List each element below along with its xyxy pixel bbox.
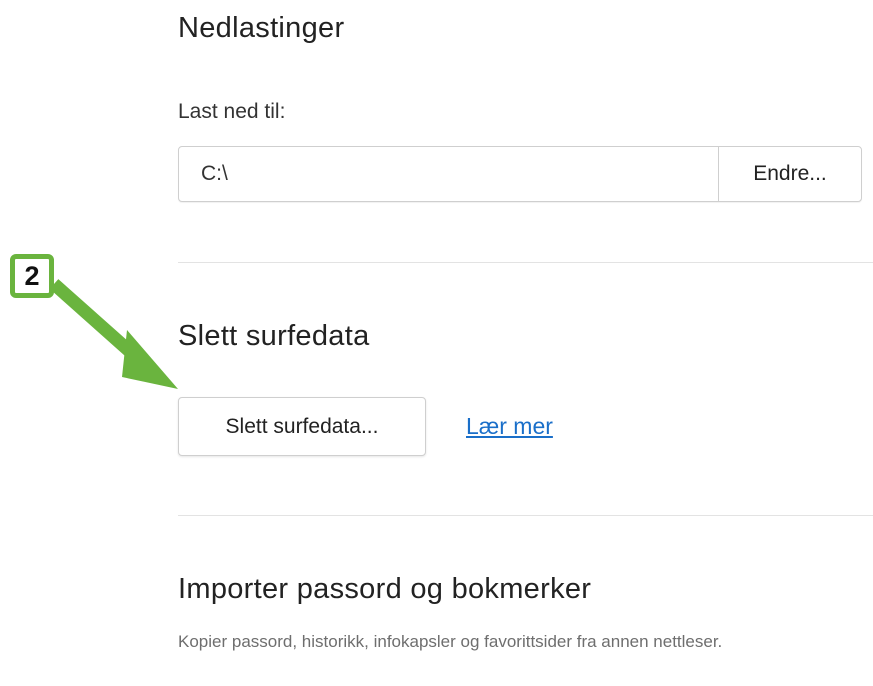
learn-more-link[interactable]: Lær mer xyxy=(466,413,553,440)
clear-browsing-data-button[interactable]: Slett surfedata... xyxy=(178,397,426,456)
clear-data-section-title: Slett surfedata xyxy=(178,320,370,352)
step-number-badge: 2 xyxy=(10,254,54,298)
section-divider xyxy=(178,515,873,516)
downloads-section-title: Nedlastinger xyxy=(178,12,345,44)
import-section-title: Importer passord og bokmerker xyxy=(178,573,592,605)
import-description: Kopier passord, historikk, infokapsler o… xyxy=(178,632,723,651)
section-divider xyxy=(178,262,873,263)
change-location-button[interactable]: Endre... xyxy=(718,147,861,201)
download-location-label: Last ned til: xyxy=(178,100,286,123)
download-location-group: Endre... xyxy=(178,146,862,202)
download-path-input[interactable] xyxy=(179,147,718,201)
